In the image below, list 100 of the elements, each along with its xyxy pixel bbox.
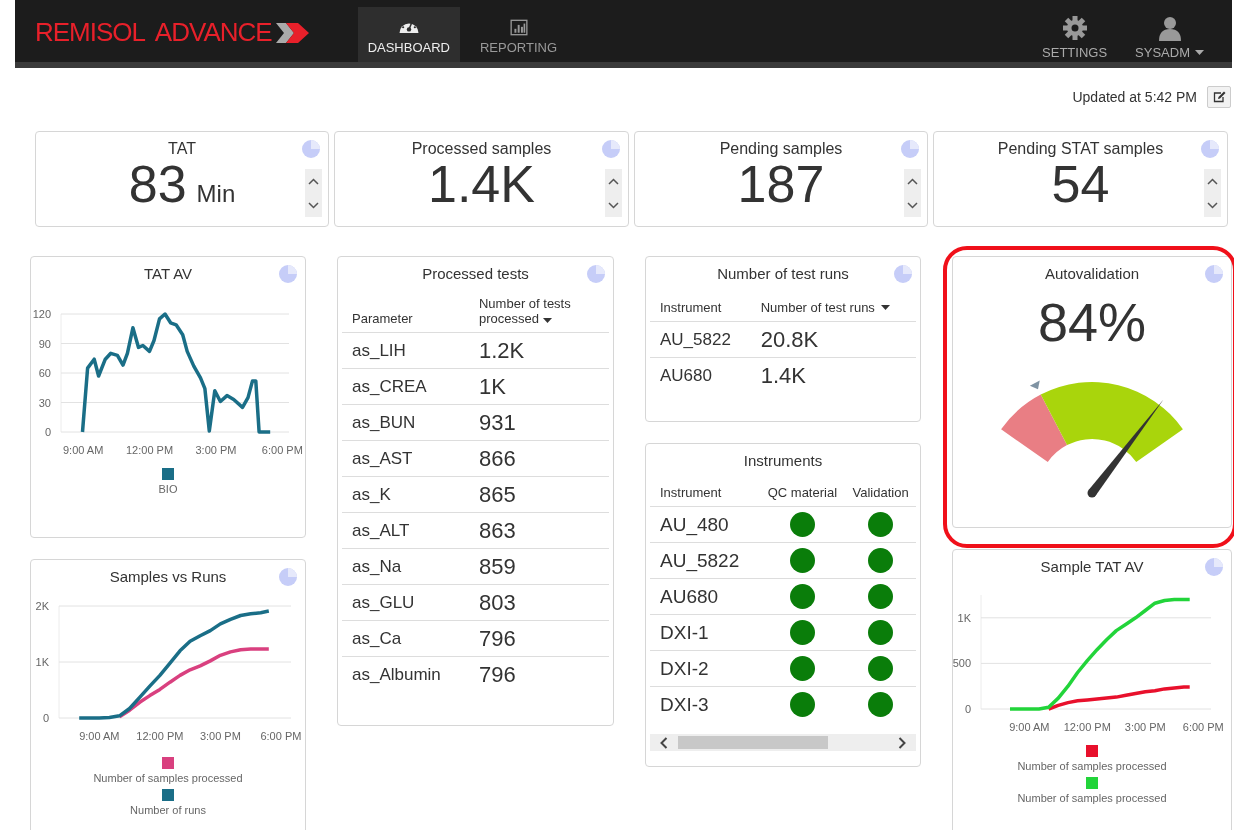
pie-chart-icon[interactable] [1204, 557, 1224, 577]
column-header: Instrument [650, 294, 751, 322]
kpi-unit: Min [196, 180, 236, 208]
panel-title: Sample TAT AV [1039, 558, 1145, 575]
table-cell: as_GLU [342, 584, 469, 621]
table-cell: DXI-3 [650, 686, 760, 722]
axis-tick-label: 3:00 PM [1124, 721, 1166, 733]
column-header[interactable]: Number of tests processed [468, 290, 609, 333]
caret-icon [1195, 50, 1204, 55]
kpi-title: Processed samples [411, 140, 552, 158]
panel-title: Samples vs Runs [108, 568, 228, 585]
axis-tick-label: 90 [38, 337, 51, 350]
kpi-title: Pending STAT samples [997, 140, 1164, 158]
axis-tick-label: 12:00 PM [136, 730, 184, 742]
kpi-spinner[interactable] [1204, 169, 1221, 217]
chevron-up-icon [308, 177, 319, 185]
table-cell: as_Albumin [342, 656, 469, 692]
axis-tick-label: 9:00 AM [1009, 721, 1050, 733]
column-header: QC material [759, 479, 846, 507]
table-cell: 1.4K [750, 357, 916, 393]
table-cell: DXI-1 [650, 614, 760, 651]
table-cell: 796 [468, 620, 609, 657]
settings-link[interactable]: SETTINGS [1042, 7, 1108, 62]
column-header: Validation [845, 479, 916, 507]
pie-chart-icon[interactable] [900, 139, 920, 159]
chevron-logo-icon [275, 20, 310, 45]
pie-chart-icon[interactable] [893, 264, 913, 284]
table-cell: as_AST [342, 440, 469, 477]
pie-chart-icon[interactable] [1200, 139, 1220, 159]
axis-tick-label: 12:00 PM [126, 444, 174, 456]
legend-label: Number of samples processed [1017, 760, 1167, 772]
axis-tick-label: 30 [38, 396, 51, 409]
table-cell: AU_480 [650, 506, 760, 543]
panel-title: TAT AV [142, 265, 194, 282]
pie-chart-icon[interactable] [601, 139, 621, 159]
edit-button[interactable] [1207, 86, 1231, 108]
pie-chart-icon[interactable] [301, 139, 321, 159]
chevron-left-icon[interactable] [660, 736, 668, 749]
pie-chart-icon[interactable] [586, 264, 606, 284]
caret-icon [542, 318, 552, 323]
user-menu[interactable]: SYSADM [1135, 7, 1204, 62]
legend-label: Number of samples processed [1017, 792, 1167, 804]
kpi-title: Pending samples [719, 140, 843, 158]
nav-tab[interactable]: DASHBOARD [357, 7, 460, 62]
panel-title: Autovalidation [1044, 265, 1140, 282]
settings-icon [1061, 15, 1088, 41]
table-cell: as_BUN [342, 404, 469, 441]
axis-tick-label: 6:00 PM [260, 730, 302, 742]
panel-title: Number of test runs [716, 265, 850, 282]
pie-chart-icon[interactable] [278, 567, 298, 587]
axis-tick-label: 6:00 PM [1182, 721, 1224, 733]
table-cell: 931 [468, 404, 609, 441]
threshold-marker-icon [1029, 380, 1040, 390]
kpi-spinner[interactable] [605, 169, 622, 217]
axis-tick-label: 6:00 PM [261, 444, 303, 456]
axis-tick-label: 1K [35, 656, 49, 668]
gauge-low-zone [1001, 394, 1068, 463]
axis-tick-label: 120 [32, 308, 51, 320]
axis-tick-label: 3:00 PM [199, 730, 241, 742]
edit-icon [1212, 91, 1226, 103]
table-cell: 866 [468, 440, 609, 477]
table-cell: as_K [342, 476, 469, 513]
updated-time: Updated at 5:42 PM [1072, 89, 1197, 105]
table-cell: 1K [468, 368, 609, 405]
chevron-down-icon [907, 201, 918, 209]
axis-tick-label: 500 [953, 657, 971, 670]
column-header: Parameter [342, 290, 469, 333]
panel-title: Processed tests [421, 265, 530, 282]
table-cell: as_Na [342, 548, 469, 585]
table-cell: as_ALT [342, 512, 469, 549]
table-cell: DXI-2 [650, 650, 760, 687]
table-cell: AU680 [650, 357, 751, 393]
user-icon [1156, 15, 1183, 41]
axis-tick-label: 0 [964, 703, 971, 715]
table-cell: 796 [468, 656, 609, 692]
kpi-spinner[interactable] [904, 169, 921, 217]
nav-tab[interactable]: REPORTING [470, 13, 568, 62]
axis-tick-label: 1K [957, 611, 971, 624]
pie-chart-icon[interactable] [1204, 264, 1224, 284]
scrollbar-thumb[interactable] [678, 736, 828, 749]
gauge-value: 84% [1037, 292, 1147, 352]
table-cell: as_LIH [342, 332, 469, 369]
column-header[interactable]: Number of test runs [750, 294, 916, 322]
legend-label: BIO [158, 483, 178, 495]
column-header: Instrument [650, 479, 760, 507]
pie-chart-icon[interactable] [278, 264, 298, 284]
caret-icon [880, 305, 890, 310]
table-cell: AU_5822 [650, 321, 751, 358]
panel-title: Instruments [742, 452, 824, 469]
table-cell: as_CREA [342, 368, 469, 405]
chevron-up-icon [608, 177, 619, 185]
table-cell: 863 [468, 512, 609, 549]
legend-label: Number of runs [130, 804, 206, 816]
chevron-right-icon[interactable] [898, 736, 906, 749]
chevron-down-icon [1207, 201, 1218, 209]
table-cell: AU680 [650, 578, 760, 615]
axis-tick-label: 12:00 PM [1063, 721, 1111, 733]
table-cell: 803 [468, 584, 609, 621]
table-cell: 20.8K [750, 321, 916, 358]
kpi-spinner[interactable] [305, 169, 322, 217]
